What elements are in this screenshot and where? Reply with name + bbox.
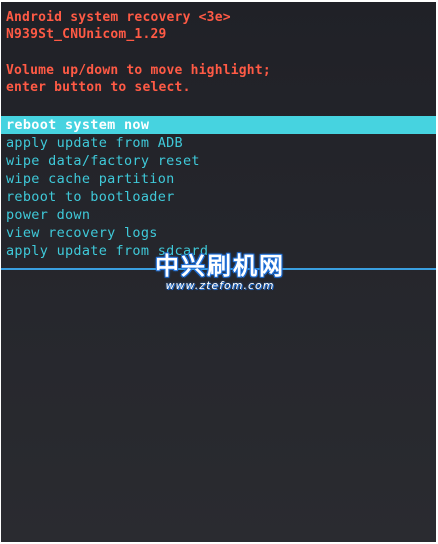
menu-item-apply-update-adb[interactable]: apply update from ADB: [1, 134, 436, 152]
menu-item-wipe-data-factory-reset[interactable]: wipe data/factory reset: [1, 152, 436, 170]
menu-item-apply-update-sdcard[interactable]: apply update from sdcard: [1, 242, 436, 260]
menu-item-power-down[interactable]: power down: [1, 206, 436, 224]
recovery-menu: reboot system now apply update from ADB …: [1, 116, 436, 260]
menu-item-wipe-cache-partition[interactable]: wipe cache partition: [1, 170, 436, 188]
menu-item-reboot-to-bootloader[interactable]: reboot to bootloader: [1, 188, 436, 206]
menu-divider: [1, 268, 436, 270]
watermark-url: www.ztefom.com: [165, 279, 275, 292]
menu-item-reboot-system-now[interactable]: reboot system now: [1, 116, 436, 134]
menu-item-view-recovery-logs[interactable]: view recovery logs: [1, 224, 436, 242]
instruction-line-1: Volume up/down to move highlight;: [6, 63, 271, 78]
instruction-line-2: enter button to select.: [6, 80, 191, 95]
recovery-screen: Android system recovery <3e> N939St_CNUn…: [1, 2, 436, 542]
build-version: N939St_CNUnicom_1.29: [6, 27, 167, 42]
recovery-title: Android system recovery <3e>: [6, 10, 231, 25]
